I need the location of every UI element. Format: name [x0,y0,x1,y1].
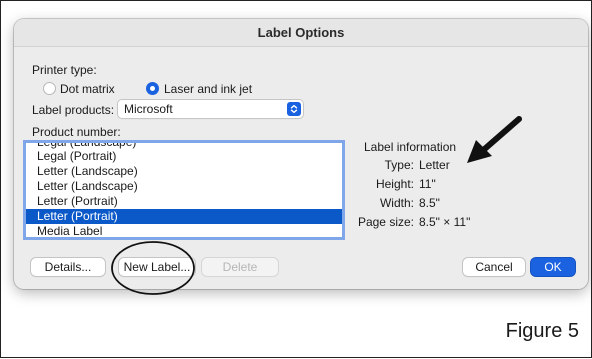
highlight-circle [111,241,195,295]
figure-frame: Label Options Printer type: Dot matrix L… [0,0,592,358]
figure-caption: Figure 5 [505,320,579,342]
arrow-icon [467,116,522,163]
annotation-overlay [111,116,522,295]
